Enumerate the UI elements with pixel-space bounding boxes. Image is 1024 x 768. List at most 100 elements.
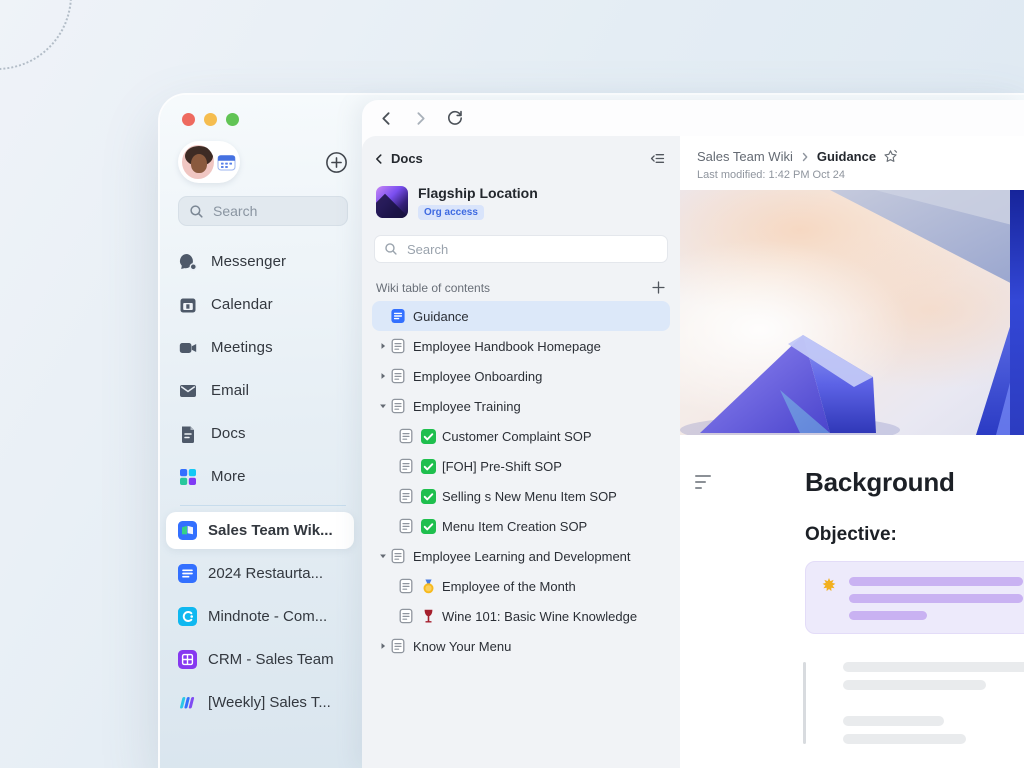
pin-star-icon[interactable] bbox=[883, 149, 898, 164]
nav-back-button[interactable] bbox=[378, 110, 395, 127]
tree-item-wine-101-basic-wine-knowledge[interactable]: Wine 101: Basic Wine Knowledge bbox=[372, 601, 670, 631]
calendar-icon bbox=[178, 295, 198, 315]
chevron-down-icon[interactable] bbox=[376, 399, 390, 413]
tree-item-label: Employee of the Month bbox=[442, 578, 576, 594]
collapse-panel-icon[interactable] bbox=[649, 150, 666, 167]
maximize-window-button[interactable] bbox=[226, 113, 239, 126]
placeholder-bar bbox=[843, 716, 945, 726]
sidebar-item-label: Calendar bbox=[211, 296, 273, 313]
quote-block bbox=[803, 662, 1024, 744]
sidebar-item-calendar[interactable]: Calendar bbox=[178, 283, 348, 326]
doc-outline-icon bbox=[390, 548, 406, 564]
sidebar-divider bbox=[180, 505, 346, 506]
doc-outline-icon bbox=[398, 488, 414, 504]
mindnote-icon bbox=[178, 607, 197, 626]
tree-item-employee-handbook-homepage[interactable]: Employee Handbook Homepage bbox=[372, 331, 670, 361]
chevron-placeholder bbox=[376, 309, 390, 323]
last-modified-text: Last modified: 1:42 PM Oct 24 bbox=[697, 169, 845, 181]
corner-dots-decoration bbox=[0, 0, 72, 70]
tree-item-guidance[interactable]: Guidance bbox=[372, 301, 670, 331]
tree-item-label: [FOH] Pre-Shift SOP bbox=[442, 458, 562, 474]
placeholder-bar bbox=[849, 611, 928, 620]
sidebar-item-weekly-sales-t[interactable]: [Weekly] Sales T... bbox=[166, 681, 354, 724]
sidebar-item-mindnote-com[interactable]: Mindnote - Com... bbox=[166, 595, 354, 638]
sidebar-item-more[interactable]: More bbox=[178, 455, 348, 498]
doc-outline-icon bbox=[390, 398, 406, 414]
email-icon bbox=[178, 381, 198, 401]
sidebar-item-2024-restaurta[interactable]: 2024 Restaurta... bbox=[166, 552, 354, 595]
wiki-search[interactable] bbox=[374, 235, 668, 263]
sidebar-item-crm-sales-team[interactable]: CRM - Sales Team bbox=[166, 638, 354, 681]
check-emoji-icon bbox=[421, 518, 436, 534]
back-to-docs-button[interactable]: Docs bbox=[372, 151, 423, 166]
minutes-icon bbox=[178, 693, 197, 712]
doc-outline-icon[interactable] bbox=[695, 475, 711, 493]
nav-forward-button[interactable] bbox=[412, 110, 429, 127]
avatar[interactable] bbox=[182, 145, 214, 179]
sidebar-item-label: CRM - Sales Team bbox=[208, 651, 334, 668]
doc-icon bbox=[178, 564, 197, 583]
tree-item-customer-complaint-sop[interactable]: Customer Complaint SOP bbox=[372, 421, 670, 451]
org-access-badge: Org access bbox=[418, 205, 484, 220]
breadcrumb-parent[interactable]: Sales Team Wiki bbox=[697, 149, 793, 164]
sidebar-item-meetings[interactable]: Meetings bbox=[178, 326, 348, 369]
meetings-icon bbox=[178, 338, 198, 358]
wine-emoji-icon bbox=[421, 609, 436, 624]
tree-item-employee-of-the-month[interactable]: Employee of the Month bbox=[372, 571, 670, 601]
docs-tree-panel: Docs Flagship Location Org access Search… bbox=[362, 136, 680, 768]
sidebar-item-email[interactable]: Email bbox=[178, 369, 348, 412]
callout-block bbox=[805, 561, 1024, 634]
page-title: Background bbox=[805, 467, 955, 497]
tree-item-label: Employee Learning and Development bbox=[413, 548, 631, 564]
tree-item-selling-s-new-menu-item-sop[interactable]: Selling s New Menu Item SOP bbox=[372, 481, 670, 511]
add-page-button[interactable] bbox=[651, 280, 666, 295]
sidebar-item-label: Sales Team Wik... bbox=[208, 522, 333, 539]
tree-item-employee-training[interactable]: Employee Training bbox=[372, 391, 670, 421]
check-emoji-icon bbox=[421, 488, 436, 504]
sidebar-item-label: More bbox=[211, 468, 246, 485]
wiki-space-header[interactable]: Flagship Location Org access bbox=[376, 186, 670, 220]
refresh-icon[interactable] bbox=[446, 109, 464, 127]
tree-item-label: Menu Item Creation SOP bbox=[442, 518, 588, 534]
tree-item-menu-item-creation-sop[interactable]: Menu Item Creation SOP bbox=[372, 511, 670, 541]
global-search-input[interactable] bbox=[211, 202, 337, 220]
chevron-right-icon[interactable] bbox=[376, 369, 390, 383]
tree-item-know-your-menu[interactable]: Know Your Menu bbox=[372, 631, 670, 661]
tree-item-label: Employee Onboarding bbox=[413, 368, 543, 384]
tree-item-foh-pre-shift-sop[interactable]: [FOH] Pre-Shift SOP bbox=[372, 451, 670, 481]
callout-placeholder-lines bbox=[849, 575, 1023, 620]
chevron-right-icon[interactable] bbox=[376, 639, 390, 653]
doc-outline-icon bbox=[390, 368, 406, 384]
tree-item-label: Selling s New Menu Item SOP bbox=[442, 488, 617, 504]
quote-indicator-bar bbox=[803, 662, 806, 744]
global-search[interactable] bbox=[178, 196, 348, 226]
chevron-right-icon[interactable] bbox=[376, 339, 390, 353]
search-icon bbox=[384, 242, 398, 256]
doc-outline-icon bbox=[398, 608, 414, 624]
more-icon bbox=[178, 467, 198, 487]
tree-item-employee-onboarding[interactable]: Employee Onboarding bbox=[372, 361, 670, 391]
tree-item-employee-learning-and-development[interactable]: Employee Learning and Development bbox=[372, 541, 670, 571]
tree-item-label: Wine 101: Basic Wine Knowledge bbox=[442, 608, 638, 624]
sidebar-item-label: Messenger bbox=[211, 253, 287, 270]
sparkle-emoji-icon bbox=[820, 577, 838, 595]
sidebar-item-messenger[interactable]: Messenger bbox=[178, 240, 348, 283]
chevron-down-icon[interactable] bbox=[376, 549, 390, 563]
placeholder-bar bbox=[843, 734, 967, 744]
sidebar-item-sales-team-wik[interactable]: Sales Team Wik... bbox=[166, 512, 354, 549]
status-calendar-icon bbox=[217, 153, 236, 172]
add-button[interactable] bbox=[325, 151, 348, 174]
placeholder-bar bbox=[843, 680, 986, 690]
doc-outline-icon bbox=[390, 338, 406, 354]
sidebar-item-docs[interactable]: Docs bbox=[178, 412, 348, 455]
doc-outline-icon bbox=[398, 458, 414, 474]
document-area: Sales Team Wiki Guidance Last modified: … bbox=[680, 136, 1024, 768]
close-window-button[interactable] bbox=[182, 113, 195, 126]
minimize-window-button[interactable] bbox=[204, 113, 217, 126]
tree-item-label: Customer Complaint SOP bbox=[442, 428, 592, 444]
objective-heading: Objective: bbox=[805, 524, 897, 545]
sidebar-item-label: 2024 Restaurta... bbox=[208, 565, 324, 582]
app-sidebar: Messenger Calendar Meetings Email Docs M… bbox=[160, 95, 362, 768]
user-profile-pill[interactable] bbox=[178, 141, 240, 183]
wiki-search-input[interactable] bbox=[405, 240, 658, 258]
